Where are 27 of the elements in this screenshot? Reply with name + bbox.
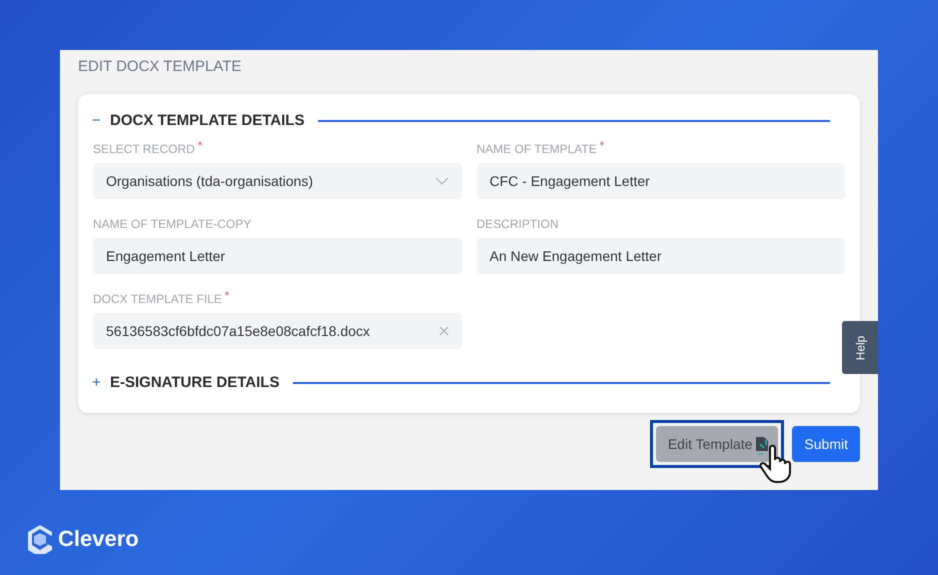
edit-template-button[interactable]: Edit Template	[656, 426, 778, 462]
help-tab[interactable]: Help	[842, 321, 878, 374]
field-label: DESCRIPTION	[476, 216, 559, 233]
required-mark: *	[600, 139, 604, 153]
close-icon[interactable]	[438, 326, 448, 336]
chevron-down-icon	[434, 177, 448, 185]
input-field[interactable]: An New Engagement Letter	[476, 238, 845, 274]
submit-button[interactable]: Submit	[792, 426, 860, 462]
required-mark: *	[198, 139, 202, 153]
toggle-icon[interactable]: −	[92, 110, 104, 132]
required-mark: *	[224, 289, 230, 303]
field-label: DOCX TEMPLATE FILE	[93, 291, 222, 308]
page-title: EDIT DOCX TEMPLATE	[78, 58, 242, 76]
section-header[interactable]: − DOCX TEMPLATE DETAILS	[93, 109, 845, 133]
field-label: SELECT RECORD	[93, 141, 195, 158]
field-label: NAME OF TEMPLATE-COPY	[93, 216, 252, 233]
field-label: NAME OF TEMPLATE	[476, 141, 597, 158]
select-field[interactable]: Organisations (tda-organisations)	[93, 163, 462, 199]
brand-name: Clevero	[58, 525, 139, 553]
input-field[interactable]: Engagement Letter	[93, 238, 462, 274]
toggle-icon[interactable]: +	[92, 372, 104, 394]
section-title: DOCX TEMPLATE DETAILS	[110, 110, 304, 131]
file-field[interactable]: 56136583cf6bfdc07a15e8e08cafcf18.docx	[93, 313, 462, 349]
section-title: E-SIGNATURE DETAILS	[110, 372, 280, 393]
input-field[interactable]: CFC - Engagement Letter	[476, 163, 845, 199]
logo-icon	[27, 524, 53, 554]
section-header[interactable]: + E-SIGNATURE DETAILS	[93, 371, 845, 395]
